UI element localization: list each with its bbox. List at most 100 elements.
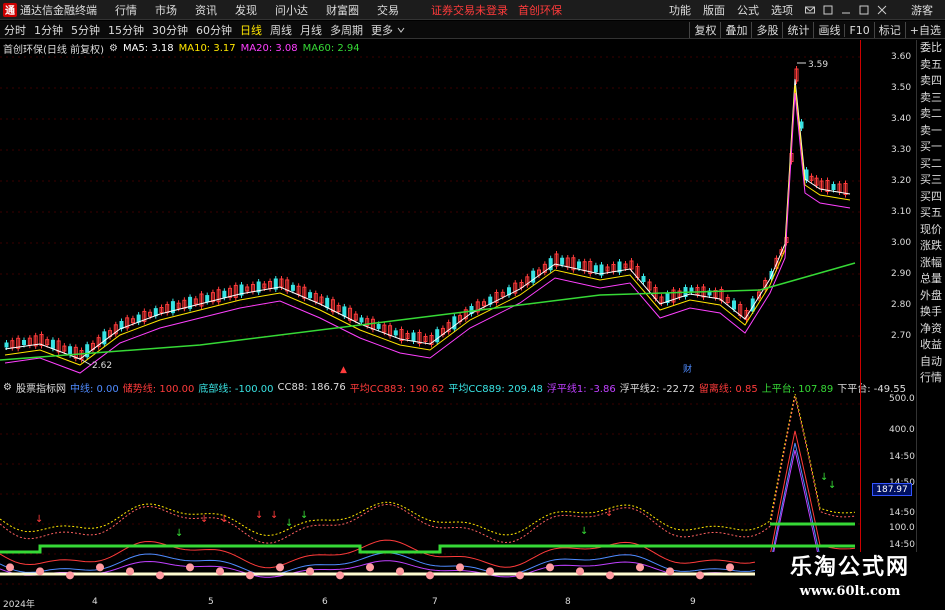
chevron-down-icon[interactable] xyxy=(397,26,405,34)
side-label[interactable]: 总量 xyxy=(917,271,945,288)
signal-dot xyxy=(726,563,734,572)
side-label[interactable]: 买三 xyxy=(917,172,945,189)
period-5min[interactable]: 5分钟 xyxy=(67,22,104,38)
indicator-item-9: 上平台: 107.89 xyxy=(761,383,834,395)
gear-icon[interactable]: ⚙ xyxy=(3,382,12,393)
menu-gongshi[interactable]: 公式 xyxy=(737,2,759,18)
maximize-icon[interactable] xyxy=(859,5,869,15)
date-tick: 6 xyxy=(322,597,328,607)
date-tick: 8 xyxy=(565,597,571,607)
candle-body xyxy=(205,295,210,303)
side-label[interactable]: 换手 xyxy=(917,304,945,321)
period-60min[interactable]: 60分钟 xyxy=(192,22,236,38)
period-fenshi[interactable]: 分时 xyxy=(0,22,30,38)
menu-jiaoyi[interactable]: 交易 xyxy=(377,2,399,18)
side-label[interactable]: 外盘 xyxy=(917,288,945,305)
period-30min[interactable]: 30分钟 xyxy=(148,22,192,38)
cc883-line xyxy=(0,394,856,536)
minimize-icon[interactable] xyxy=(841,5,851,15)
tool-f10[interactable]: F10 xyxy=(844,23,873,37)
price-tick: 3.50 xyxy=(891,83,912,93)
indicator-chart[interactable]: ↓↓↓ ↓ ↓ ↓↓↓↓↓↓↓ xyxy=(0,394,860,594)
menu-caifuquan[interactable]: 财富圈 xyxy=(326,2,359,18)
tool-huaxian[interactable]: 画线 xyxy=(813,22,844,38)
period-1min[interactable]: 1分钟 xyxy=(30,22,67,38)
side-label[interactable]: 涨幅 xyxy=(917,255,945,272)
tool-diejia[interactable]: 叠加 xyxy=(720,22,751,38)
ma60-value: MA60: 2.94 xyxy=(302,42,360,54)
close-icon[interactable] xyxy=(877,5,887,15)
tool-fuquan[interactable]: 复权 xyxy=(689,22,720,38)
signal-dot xyxy=(396,567,404,576)
signal-arrow: ↓ xyxy=(175,528,183,539)
side-label[interactable]: 行情 xyxy=(917,370,945,387)
login-warning[interactable]: 证券交易未登录 xyxy=(431,2,508,18)
candle-body xyxy=(22,340,26,345)
restore-icon[interactable] xyxy=(823,5,833,15)
side-label[interactable]: 卖五 xyxy=(917,57,945,74)
side-label[interactable]: 涨跌 xyxy=(917,238,945,255)
menu-banmian[interactable]: 版面 xyxy=(703,2,725,18)
indicator-item-3: CC88: 186.76 xyxy=(277,381,346,393)
side-label[interactable]: 买二 xyxy=(917,156,945,173)
candle-body xyxy=(376,323,381,329)
candle-body xyxy=(577,261,581,269)
menu-faxian[interactable]: 发现 xyxy=(235,2,257,18)
app-logo-icon: 通 xyxy=(3,2,17,17)
menu-hangqing[interactable]: 行情 xyxy=(115,2,137,18)
menu-xuanxiang[interactable]: 选项 xyxy=(771,2,793,18)
menu-shichang[interactable]: 市场 xyxy=(155,2,177,18)
side-label[interactable]: 卖三 xyxy=(917,90,945,107)
candle-body xyxy=(136,314,141,323)
menu-gongneng[interactable]: 功能 xyxy=(669,2,691,18)
signal-dot xyxy=(696,571,704,580)
period-month[interactable]: 月线 xyxy=(296,22,326,38)
side-label[interactable]: 买四 xyxy=(917,189,945,206)
side-label[interactable]: 委比 xyxy=(917,40,945,57)
mid-line xyxy=(0,442,856,576)
ma10-value: MA10: 3.17 xyxy=(178,42,236,54)
signal-arrow: ↓ xyxy=(255,510,263,521)
period-day[interactable]: 日线 xyxy=(236,22,266,38)
envelope-icon[interactable] xyxy=(805,5,815,15)
candle-body xyxy=(831,184,836,190)
price-tick: 2.80 xyxy=(891,300,912,310)
side-label[interactable]: 卖四 xyxy=(917,73,945,90)
side-label[interactable]: 买一 xyxy=(917,139,945,156)
side-label[interactable]: 买五 xyxy=(917,205,945,222)
indicator-item-1: 储势线: 100.00 xyxy=(122,383,195,395)
candle-body xyxy=(119,321,124,329)
gear-icon[interactable]: ⚙ xyxy=(109,43,118,54)
signal-arrow: ↓ xyxy=(605,508,613,519)
side-label[interactable]: 卖一 xyxy=(917,123,945,140)
period-more[interactable]: 更多 xyxy=(367,22,397,38)
indicator-tick: 14:50 xyxy=(889,508,915,518)
side-label[interactable]: 现价 xyxy=(917,222,945,239)
signal-dot xyxy=(96,563,104,572)
period-multi[interactable]: 多周期 xyxy=(326,22,367,38)
period-15min[interactable]: 15分钟 xyxy=(104,22,148,38)
tool-zixuan[interactable]: +自选 xyxy=(904,22,945,38)
date-axis: 2024年 4 5 6 7 8 9 xyxy=(0,597,860,610)
period-week[interactable]: 周线 xyxy=(266,22,296,38)
guest-label[interactable]: 游客 xyxy=(911,2,933,18)
tool-tongji[interactable]: 统计 xyxy=(782,22,813,38)
signal-arrow: ↓ xyxy=(200,514,208,525)
signal-dot xyxy=(306,567,314,576)
indicator-item-7: 浮平线2: -22.72 xyxy=(619,383,695,395)
side-label[interactable]: 收益 xyxy=(917,337,945,354)
candle-body xyxy=(560,257,565,265)
side-label[interactable]: 卖二 xyxy=(917,106,945,123)
watermark-url: www.60lt.com xyxy=(799,584,901,599)
ma20-value: MA20: 3.08 xyxy=(240,42,298,54)
watermark: 乐淘公式网 www.60lt.com xyxy=(755,552,945,609)
menu-wenxiaoda[interactable]: 问小达 xyxy=(275,2,308,18)
side-label[interactable]: 净资 xyxy=(917,321,945,338)
tool-biaoji[interactable]: 标记 xyxy=(873,22,905,38)
signal-arrow: ↓ xyxy=(285,518,293,529)
tool-duogu[interactable]: 多股 xyxy=(751,22,782,38)
candlestick-chart[interactable]: 3.59 2.62 ▲ 财 xyxy=(0,55,860,375)
menu-zixun[interactable]: 资讯 xyxy=(195,2,217,18)
indicator-tick: 400.0 xyxy=(889,425,915,435)
side-label[interactable]: 自动 xyxy=(917,354,945,371)
